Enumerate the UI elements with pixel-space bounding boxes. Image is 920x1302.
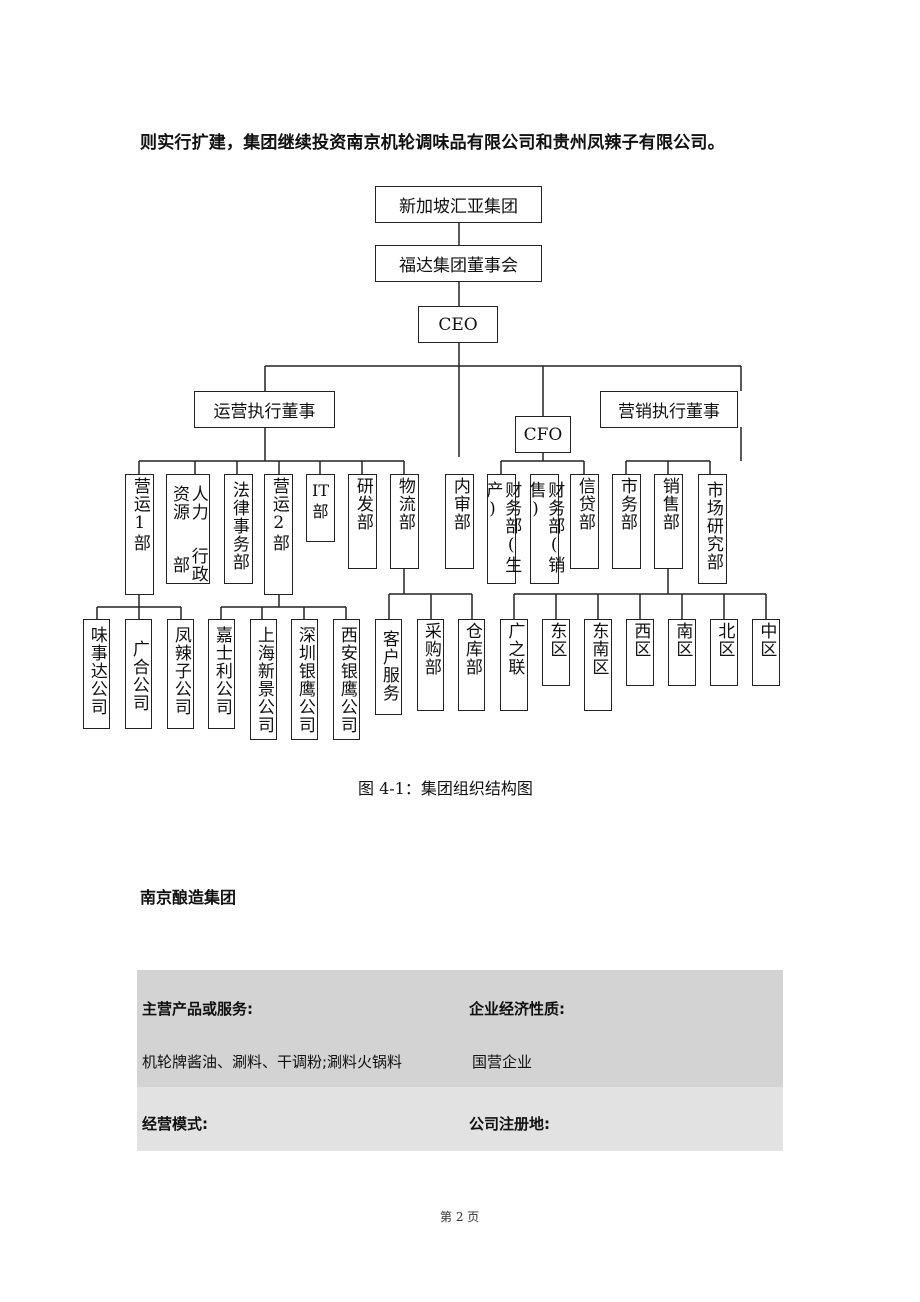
org-node-board: 福达集团董事会: [375, 245, 542, 282]
figure-caption: 图 4-1：集团组织结构图: [358, 779, 533, 798]
org-node-sales-region: 广之联: [500, 619, 528, 711]
org-node-legal-dept: 法律事务部: [224, 474, 253, 584]
section-title: 南京酿造集团: [140, 888, 237, 907]
info-row-mode: 经营模式: 公司注册地:: [137, 1087, 783, 1151]
org-node-root: 新加坡汇亚集团: [375, 186, 542, 223]
org-node-sales-region: 东南区: [584, 619, 612, 711]
company-info-table: 主营产品或服务: 企业经济性质: 机轮牌酱油、涮料、干调粉;涮料火锅料 国营企业…: [137, 970, 783, 1151]
info-row-products: 主营产品或服务: 企业经济性质: 机轮牌酱油、涮料、干调粉;涮料火锅料 国营企业: [137, 970, 783, 1087]
nature-value: 国营企业: [472, 1053, 533, 1071]
org-node-ops1-dept: 营运1部: [125, 474, 154, 595]
org-node-logistics-unit: 仓库部: [458, 619, 485, 711]
org-node-hr-admin-dept: 人力资源 行政部: [166, 474, 210, 584]
org-node-rnd-dept: 研发部: [348, 474, 377, 569]
org-node-sales-dept: 销售部: [654, 474, 683, 569]
hr-line-2: 行政部: [169, 547, 208, 583]
org-node-sales-region: 中区: [752, 619, 780, 686]
org-node-subsidiary: 深圳银鹰公司: [291, 619, 318, 740]
org-node-ops-director: 运营执行董事: [194, 391, 335, 428]
hr-line-1: 人力资源: [169, 485, 208, 521]
org-node-subsidiary: 西安银鹰公司: [333, 619, 360, 740]
nature-label: 企业经济性质:: [469, 1000, 565, 1018]
org-node-subsidiary: 广合公司: [125, 619, 152, 729]
org-node-sales-region: 南区: [668, 619, 696, 686]
org-node-sales-region: 东区: [542, 619, 570, 686]
org-node-finance-sales: 财务部(销售): [526, 474, 564, 584]
org-node-logistics-unit: 客户服务: [375, 619, 402, 715]
products-label: 主营产品或服务:: [142, 1000, 253, 1018]
org-node-finance-production: 财务部(生产): [483, 474, 521, 584]
org-node-market-research: 市场研究部: [698, 474, 727, 584]
org-node-marketing-director: 营销执行董事: [600, 391, 738, 428]
org-node-ops2-dept: 营运2部: [264, 474, 293, 595]
org-node-sales-region: 西区: [626, 619, 654, 686]
org-node-subsidiary: 上海新景公司: [250, 619, 277, 740]
org-node-subsidiary: 嘉士利公司: [208, 619, 235, 729]
org-node-cfo: CFO: [515, 416, 571, 453]
org-node-subsidiary: 味事达公司: [83, 619, 110, 729]
org-node-market-affairs: 市务部: [612, 474, 641, 569]
org-node-logistics-unit: 采购部: [417, 619, 444, 711]
registration-label: 公司注册地:: [469, 1115, 550, 1133]
org-node-subsidiary: 凤辣子公司: [167, 619, 194, 729]
org-node-credit-dept: 信贷部: [570, 474, 599, 569]
org-node-logistics-dept: 物流部: [390, 474, 419, 569]
org-node-sales-region: 北区: [710, 619, 738, 686]
org-node-it-dept: IT部: [306, 474, 335, 542]
products-value: 机轮牌酱油、涮料、干调粉;涮料火锅料: [142, 1053, 403, 1071]
org-node-ceo: CEO: [418, 306, 498, 343]
page-number: 第 2 页: [440, 1210, 480, 1224]
org-node-internal-audit: 内审部: [445, 474, 474, 569]
mode-label: 经营模式:: [142, 1115, 208, 1133]
